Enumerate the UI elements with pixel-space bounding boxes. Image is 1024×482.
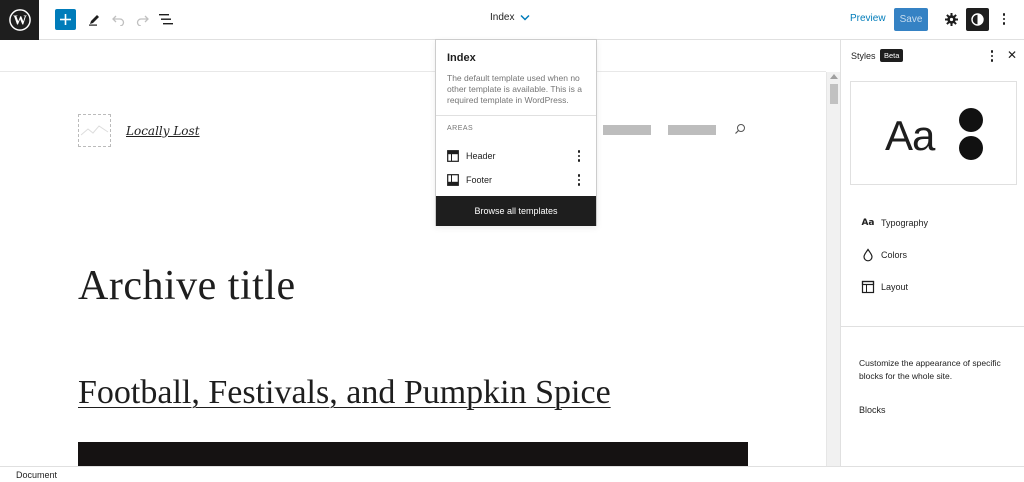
typography-icon: Aa — [861, 218, 875, 228]
sidebar-header: Styles Beta ✕ — [841, 40, 1024, 72]
navigation-item-placeholder[interactable] — [668, 125, 716, 135]
close-icon[interactable]: ✕ — [1007, 49, 1017, 61]
template-title: Index — [490, 12, 515, 23]
list-view-icon — [159, 13, 173, 24]
preview-color-dot — [959, 136, 983, 160]
half-circle-icon — [971, 13, 984, 26]
archive-title[interactable]: Archive title — [78, 262, 296, 310]
svg-text:W: W — [13, 13, 27, 28]
chevron-down-icon — [520, 14, 530, 21]
status-footer: Document — [0, 466, 1024, 482]
sidebar-item-colors[interactable]: Colors — [841, 240, 1024, 268]
popover-title: Index — [447, 52, 476, 64]
editor-canvas[interactable]: Locally Lost Archive title Football, Fes… — [0, 72, 826, 466]
wordpress-logo-button[interactable]: W — [0, 0, 39, 40]
sidebar-item-label: Colors — [881, 250, 908, 260]
save-button[interactable]: Save — [894, 8, 928, 31]
preview-color-dot — [959, 108, 983, 132]
sidebar-item-label: Typography — [881, 218, 929, 228]
plus-icon — [60, 14, 71, 25]
divider — [436, 115, 596, 116]
popover-description: The default template used when no other … — [447, 73, 582, 105]
post-title-link[interactable]: Football, Festivals, and Pumpkin Spice — [78, 374, 611, 412]
breadcrumb[interactable]: Document — [16, 470, 57, 480]
preview-button[interactable]: Preview — [850, 13, 886, 24]
canvas-scrollbar[interactable] — [826, 72, 840, 466]
template-details-popover: Index The default template used when no … — [435, 39, 597, 226]
area-label: Header — [466, 151, 496, 161]
styles-sidebar: Styles Beta ✕ Aa Aa Typography Colors La… — [840, 40, 1024, 466]
search-button[interactable] — [734, 123, 746, 138]
undo-icon — [111, 15, 124, 26]
canvas-top-strip — [0, 40, 826, 72]
settings-button[interactable] — [943, 11, 959, 27]
redo-icon — [136, 15, 149, 26]
site-title[interactable]: Locally Lost — [126, 124, 200, 138]
sidebar-item-layout[interactable]: Layout — [841, 272, 1024, 300]
blocks-description: Customize the appearance of specific blo… — [859, 358, 1001, 381]
navigation-item-placeholder[interactable] — [603, 125, 651, 135]
styles-toggle-button[interactable] — [966, 8, 989, 31]
add-block-button[interactable] — [55, 9, 76, 30]
layout-icon — [861, 280, 875, 294]
search-icon — [735, 124, 745, 134]
more-vertical-icon[interactable] — [574, 148, 584, 164]
blocks-menu-item[interactable]: Blocks — [859, 405, 886, 415]
template-title-dropdown[interactable]: Index — [490, 12, 530, 23]
browse-all-templates-button[interactable]: Browse all templates — [436, 196, 596, 226]
undo-button[interactable] — [110, 12, 126, 28]
scroll-thumb[interactable] — [830, 84, 838, 104]
pencil-icon — [88, 14, 99, 26]
preview-text: Aa — [885, 112, 935, 159]
sidebar-title: Styles — [851, 51, 876, 61]
areas-heading: AREAS — [447, 125, 474, 132]
wordpress-logo-icon: W — [8, 9, 31, 31]
list-view-button[interactable] — [157, 11, 175, 27]
edit-tool-button[interactable] — [86, 11, 102, 27]
footer-layout-icon — [447, 174, 459, 186]
options-menu-button[interactable] — [998, 11, 1010, 27]
redo-button[interactable] — [134, 12, 150, 28]
area-item-header[interactable]: Header — [436, 146, 596, 166]
more-vertical-icon[interactable] — [987, 49, 997, 63]
featured-image[interactable] — [78, 442, 748, 466]
site-logo-placeholder[interactable] — [78, 114, 111, 147]
more-vertical-icon[interactable] — [574, 172, 584, 188]
image-placeholder-icon — [80, 125, 109, 136]
beta-badge: Beta — [880, 49, 904, 62]
scroll-up-arrow-icon[interactable] — [830, 74, 838, 79]
style-preview[interactable]: Aa — [850, 81, 1017, 185]
droplet-icon — [863, 248, 873, 262]
area-label: Footer — [466, 175, 493, 185]
more-vertical-icon — [1002, 13, 1006, 25]
header-layout-icon — [447, 150, 459, 162]
divider — [841, 326, 1024, 327]
top-toolbar: W Index Preview Save — [0, 0, 1024, 40]
sidebar-item-label: Layout — [881, 282, 909, 292]
area-item-footer[interactable]: Footer — [436, 170, 596, 190]
gear-icon — [944, 12, 958, 26]
sidebar-item-typography[interactable]: Aa Typography — [841, 208, 1024, 236]
